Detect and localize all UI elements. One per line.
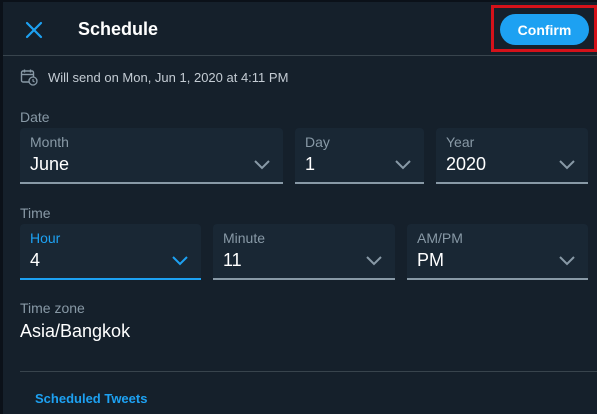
timezone-value: Asia/Bangkok [20,321,131,341]
chevron-down-icon [559,256,575,266]
chevron-down-icon [366,256,382,266]
month-value: June [30,154,70,174]
date-section-label: Date [20,109,50,125]
year-label: Year [446,134,475,150]
hour-label: Hour [30,230,61,246]
dialog-title: Schedule [78,19,159,39]
dialog-header: Schedule Confirm [3,2,597,56]
close-icon [25,21,43,39]
confirm-button[interactable]: Confirm [500,14,589,45]
year-select[interactable]: Year 2020 [436,128,588,184]
chevron-down-icon [395,160,411,170]
month-select[interactable]: Month June [20,128,283,184]
ampm-label: AM/PM [417,230,463,246]
minute-label: Minute [223,230,266,246]
year-value: 2020 [446,154,487,174]
chevron-down-icon [172,256,188,266]
day-label: Day [305,134,330,150]
send-info: Will send on Mon, Jun 1, 2020 at 4:11 PM [20,67,288,87]
timezone-label: Time zone [20,300,85,316]
ampm-value: PM [417,250,444,270]
month-label: Month [30,134,69,150]
time-section-label: Time [20,205,51,221]
hour-select[interactable]: Hour 4 [20,224,201,280]
minute-value: 11 [223,250,242,270]
minute-select[interactable]: Minute 11 [213,224,395,280]
send-info-text: Will send on Mon, Jun 1, 2020 at 4:11 PM [48,69,289,85]
hour-value: 4 [30,250,41,270]
scheduled-tweets-link[interactable]: Scheduled Tweets [35,391,147,406]
ampm-select[interactable]: AM/PM PM [407,224,588,280]
footer-divider [20,371,597,372]
chevron-down-icon [559,160,575,170]
schedule-dialog: Schedule Confirm Will send on Mon, Jun 1… [0,0,597,414]
chevron-down-icon [254,160,270,170]
close-button[interactable] [21,17,47,43]
day-value: 1 [305,154,316,174]
day-select[interactable]: Day 1 [295,128,424,184]
calendar-clock-icon [20,69,38,86]
